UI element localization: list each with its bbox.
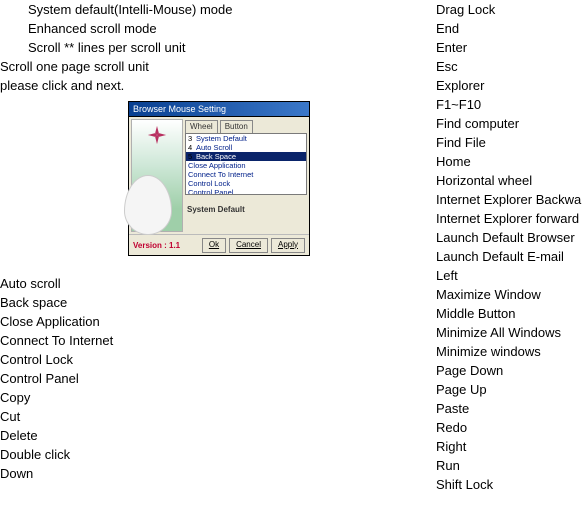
list-item: Enter — [436, 38, 582, 57]
intro-line: please click and next. — [0, 76, 430, 95]
list-item: Page Down — [436, 361, 582, 380]
list-item: Esc — [436, 57, 582, 76]
cancel-button[interactable]: Cancel — [229, 238, 268, 253]
left-function-list: Auto scroll Back space Close Application… — [0, 274, 430, 483]
list-item: Control Lock — [0, 350, 430, 369]
list-item: Paste — [436, 399, 582, 418]
intro-line: Scroll one page scroll unit — [0, 57, 430, 76]
list-item: Launch Default E-mail — [436, 247, 582, 266]
list-item: Copy — [0, 388, 430, 407]
list-item: End — [436, 19, 582, 38]
list-item: Left — [436, 266, 582, 285]
list-item: Control Panel — [0, 369, 430, 388]
list-item[interactable]: Connect To Internet — [186, 170, 306, 179]
list-item: Cut — [0, 407, 430, 426]
list-item: Right — [436, 437, 582, 456]
status-label: System Default — [185, 205, 307, 214]
list-item: Find File — [436, 133, 582, 152]
list-item: Drag Lock — [436, 0, 582, 19]
list-item: Explorer — [436, 76, 582, 95]
list-item: Middle Button — [436, 304, 582, 323]
list-item: Page Up — [436, 380, 582, 399]
list-item: Minimize All Windows — [436, 323, 582, 342]
logo-icon — [132, 120, 182, 150]
list-item: Close Application — [0, 312, 430, 331]
list-item[interactable]: Close Application — [186, 161, 306, 170]
mouse-icon — [124, 175, 172, 235]
intro-line: System default(Intelli-Mouse) mode — [0, 0, 430, 19]
list-item: Launch Default Browser — [436, 228, 582, 247]
list-item: Horizontal wheel — [436, 171, 582, 190]
list-item: Redo — [436, 418, 582, 437]
list-item: Double click — [0, 445, 430, 464]
list-item[interactable]: Control Lock — [186, 179, 306, 188]
list-item: Run — [436, 456, 582, 475]
intro-line: Scroll ** lines per scroll unit — [0, 38, 430, 57]
list-item: Shift Lock — [436, 475, 582, 494]
list-item: Internet Explorer forward — [436, 209, 582, 228]
right-function-list: Drag Lock End Enter Esc Explorer F1~F10 … — [436, 0, 582, 494]
list-item: Minimize windows — [436, 342, 582, 361]
apply-button[interactable]: Apply — [271, 238, 305, 253]
ok-button[interactable]: Ok — [202, 238, 226, 253]
options-listbox[interactable]: 3System Default 4Auto Scroll 5Back Space… — [185, 133, 307, 195]
list-item: Internet Explorer Backward — [436, 190, 582, 209]
list-item: Find computer — [436, 114, 582, 133]
list-item: F1~F10 — [436, 95, 582, 114]
list-item: Delete — [0, 426, 430, 445]
intro-line: Enhanced scroll mode — [0, 19, 430, 38]
list-item: Connect To Internet — [0, 331, 430, 350]
settings-window-figure: Browser Mouse Setting — [128, 101, 310, 256]
window-title: Browser Mouse Setting — [128, 101, 310, 116]
list-item: Auto scroll — [0, 274, 430, 293]
tab-button[interactable]: Button — [220, 120, 253, 133]
window-left-panel — [131, 119, 183, 232]
version-label: Version : 1.1 — [133, 241, 180, 250]
list-item: Maximize Window — [436, 285, 582, 304]
list-item[interactable]: Control Panel — [186, 188, 306, 195]
list-item: Down — [0, 464, 430, 483]
tab-wheel[interactable]: Wheel — [185, 120, 218, 133]
list-item: Back space — [0, 293, 430, 312]
list-item: Home — [436, 152, 582, 171]
